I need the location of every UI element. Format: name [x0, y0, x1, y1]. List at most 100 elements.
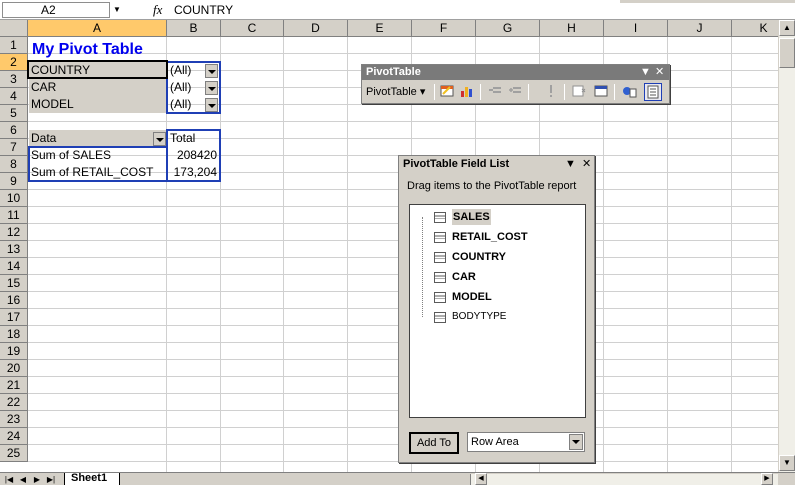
area-select-value: Row Area: [471, 436, 519, 448]
pivottable-menu-button[interactable]: PivotTable ▾: [366, 85, 425, 98]
vertical-scroll-thumb[interactable]: [779, 38, 795, 68]
data-area-border: [166, 129, 221, 182]
page-field-border: [166, 61, 221, 114]
row-header-2[interactable]: 2: [0, 54, 28, 71]
row-header-10[interactable]: 10: [0, 190, 28, 207]
refresh-data-icon[interactable]: [542, 83, 560, 101]
include-hidden-items-icon[interactable]: [570, 83, 588, 101]
column-header-a[interactable]: A: [28, 20, 167, 37]
row-header-21[interactable]: 21: [0, 377, 28, 394]
toolbar-options-icon[interactable]: ▼: [640, 65, 651, 80]
column-header-e[interactable]: E: [348, 20, 412, 37]
field-item-bodytype[interactable]: BODYTYPE: [422, 309, 582, 325]
chart-wizard-icon[interactable]: [458, 83, 476, 101]
first-sheet-icon[interactable]: |◀: [3, 474, 15, 485]
row-header-20[interactable]: 20: [0, 360, 28, 377]
add-to-button[interactable]: Add To: [409, 432, 459, 454]
field-list-title[interactable]: PivotTable Field List: [403, 158, 509, 170]
row-header-16[interactable]: 16: [0, 292, 28, 309]
row-header-22[interactable]: 22: [0, 394, 28, 411]
column-header-i[interactable]: I: [604, 20, 668, 37]
show-detail-icon[interactable]: [506, 83, 524, 101]
vertical-scrollbar[interactable]: ▲ ▼: [778, 20, 795, 472]
formula-input[interactable]: COUNTRY: [174, 3, 233, 17]
pivottable-toolbar: PivotTable ▼ ✕ PivotTable ▾: [361, 64, 670, 104]
data-field-dropdown[interactable]: [153, 132, 166, 146]
row-header-19[interactable]: 19: [0, 343, 28, 360]
field-item-country[interactable]: COUNTRY: [422, 249, 582, 265]
scroll-up-icon[interactable]: ▲: [779, 20, 795, 36]
name-box[interactable]: A2: [2, 2, 110, 18]
scroll-left-icon[interactable]: ◀: [475, 473, 487, 485]
row-header-17[interactable]: 17: [0, 309, 28, 326]
fx-icon[interactable]: fx: [153, 2, 162, 18]
field-item-car[interactable]: CAR: [422, 269, 582, 285]
row-header-13[interactable]: 13: [0, 241, 28, 258]
field-item-sales[interactable]: SALES: [422, 209, 582, 225]
row-header-7[interactable]: 7: [0, 139, 28, 156]
sheet-tab-bar: |◀ ◀ ▶ ▶| Sheet1 ◀ ▶: [0, 472, 795, 485]
row-header-9[interactable]: 9: [0, 173, 28, 190]
scroll-down-icon[interactable]: ▼: [779, 455, 795, 471]
format-report-icon[interactable]: [438, 83, 456, 101]
column-header-c[interactable]: C: [221, 20, 284, 37]
row-header-24[interactable]: 24: [0, 428, 28, 445]
cell-a1[interactable]: My Pivot Table: [29, 41, 219, 58]
last-sheet-icon[interactable]: ▶|: [45, 474, 57, 485]
pivottable-field-list: PivotTable Field List ▼ ✕ Drag items to …: [398, 155, 595, 463]
field-settings-icon[interactable]: [620, 83, 638, 101]
row-header-14[interactable]: 14: [0, 258, 28, 275]
row-header-3[interactable]: 3: [0, 71, 28, 88]
row-header-18[interactable]: 18: [0, 326, 28, 343]
field-label-country: COUNTRY: [452, 251, 506, 263]
column-header-g[interactable]: G: [476, 20, 540, 37]
field-list-box[interactable]: SALES RETAIL_COST COUNTRY CAR MODEL BODY…: [409, 204, 586, 418]
row-area-border: [28, 146, 168, 182]
column-header-h[interactable]: H: [540, 20, 604, 37]
column-header-b[interactable]: B: [167, 20, 221, 37]
row-header-25[interactable]: 25: [0, 445, 28, 462]
field-icon: [434, 232, 446, 243]
hide-field-list-icon[interactable]: [644, 83, 662, 101]
select-all-corner[interactable]: [0, 20, 28, 37]
field-icon: [434, 212, 446, 223]
horizontal-scrollbar[interactable]: ◀ ▶: [470, 473, 778, 485]
prev-sheet-icon[interactable]: ◀: [17, 474, 29, 485]
name-box-dropdown-icon[interactable]: ▼: [111, 3, 123, 17]
cell-a6[interactable]: Data: [29, 130, 167, 147]
pivottable-menu-label: PivotTable: [366, 86, 417, 98]
chevron-down-icon[interactable]: [569, 434, 583, 450]
row-header-12[interactable]: 12: [0, 224, 28, 241]
field-item-model[interactable]: MODEL: [422, 289, 582, 305]
toolbar-close-icon[interactable]: ✕: [655, 65, 664, 80]
cell-a3[interactable]: CAR: [29, 79, 167, 96]
column-header-j[interactable]: J: [668, 20, 732, 37]
scroll-right-icon[interactable]: ▶: [761, 473, 773, 485]
field-item-retail-cost[interactable]: RETAIL_COST: [422, 229, 582, 245]
always-display-items-icon[interactable]: [592, 83, 610, 101]
row-header-1[interactable]: 1: [0, 37, 28, 54]
field-label-bodytype: BODYTYPE: [452, 311, 507, 322]
row-header-11[interactable]: 11: [0, 207, 28, 224]
row-header-8[interactable]: 8: [0, 156, 28, 173]
area-select[interactable]: Row Area: [467, 432, 585, 452]
cell-a4[interactable]: MODEL: [29, 96, 167, 113]
field-list-close-icon[interactable]: ✕: [582, 158, 591, 170]
field-icon: [434, 272, 446, 283]
pivottable-toolbar-title[interactable]: PivotTable: [362, 65, 669, 80]
row-header-5[interactable]: 5: [0, 105, 28, 122]
column-header-f[interactable]: F: [412, 20, 476, 37]
field-label-model: MODEL: [452, 291, 492, 303]
hide-detail-icon[interactable]: [486, 83, 504, 101]
sheet-tab-sheet1[interactable]: Sheet1: [64, 473, 120, 485]
row-header-15[interactable]: 15: [0, 275, 28, 292]
row-header-23[interactable]: 23: [0, 411, 28, 428]
next-sheet-icon[interactable]: ▶: [31, 474, 43, 485]
field-label-retail-cost: RETAIL_COST: [452, 231, 528, 243]
row-header-6[interactable]: 6: [0, 122, 28, 139]
column-header-k[interactable]: K: [732, 20, 778, 37]
field-icon: [434, 292, 446, 303]
row-header-4[interactable]: 4: [0, 88, 28, 105]
column-header-d[interactable]: D: [284, 20, 348, 37]
field-list-options-icon[interactable]: ▼: [565, 158, 576, 170]
